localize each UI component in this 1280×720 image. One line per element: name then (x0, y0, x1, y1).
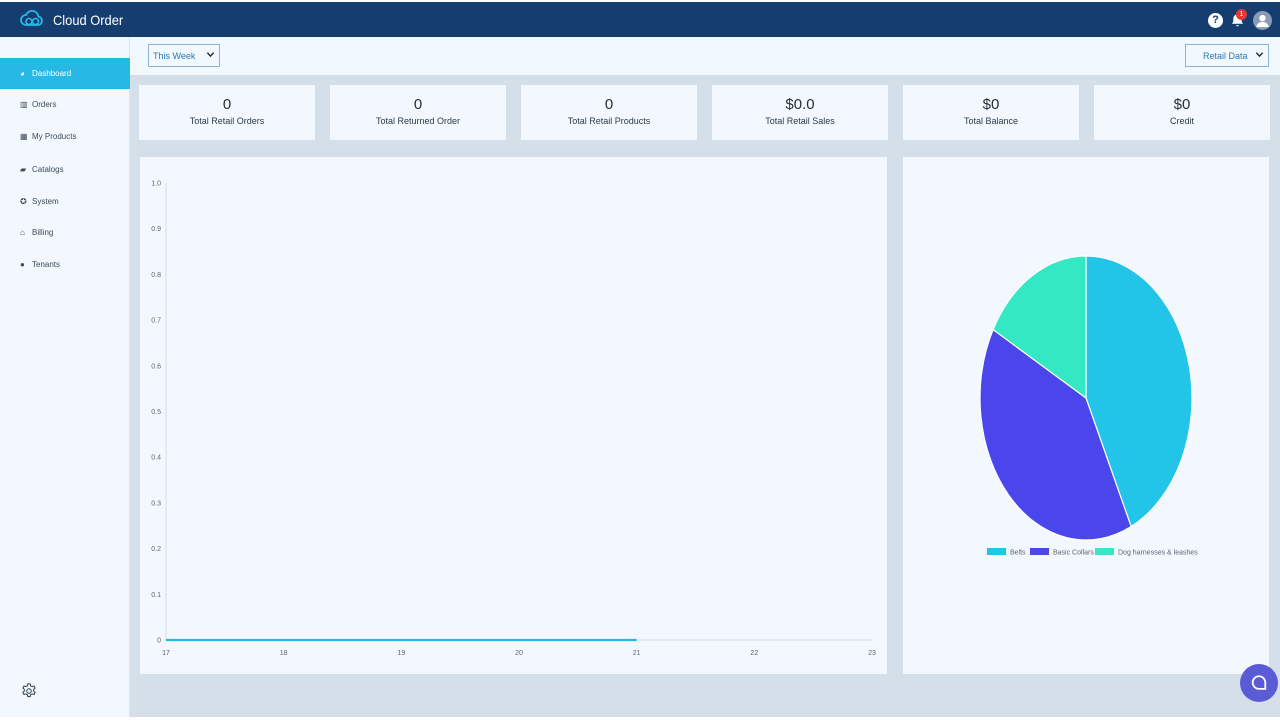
period-select[interactable]: This Week (148, 44, 220, 67)
line-chart: 0 0.1 0.2 0.3 0.4 0.5 0.6 0.7 0.8 0.9 1.0 17 18 19 20 2… (151, 181, 876, 658)
sidebar-item-label: My Products (32, 132, 77, 141)
chevron-down-icon (206, 52, 215, 58)
cloud-icon (20, 7, 44, 34)
sidebar-item-catalogs[interactable]: ▰ Catalogs (0, 154, 130, 185)
stat-card-total-returned-order: 0 Total Returned Order (330, 85, 506, 140)
legend-label: Dog harnesses & leashes (1118, 550, 1198, 557)
sidebar-item-system[interactable]: ✪ System (0, 186, 130, 217)
users-cog-icon: ✪ (20, 197, 27, 206)
sidebar-item-label: Orders (32, 100, 57, 109)
bar-chart-icon: ▥ (20, 100, 28, 109)
stat-label: Total Retail Orders (189, 116, 265, 126)
line-chart-panel: 0 0.1 0.2 0.3 0.4 0.5 0.6 0.7 0.8 0.9 1.0 17 18 19 20 2… (140, 157, 887, 674)
y-tick-label: 0.7 (151, 318, 161, 325)
main-content: This Week Retail Data 0 Total Retail Ord… (130, 37, 1280, 717)
x-tick-label: 19 (397, 650, 405, 657)
filter-bar: This Week Retail Data (130, 37, 1280, 75)
sidebar-item-label: Billing (32, 228, 54, 237)
app-title: Cloud Order (53, 12, 124, 28)
legend-swatch (1030, 548, 1049, 555)
y-tick-label: 1.0 (151, 181, 161, 188)
period-select-value: This Week (153, 50, 196, 61)
stat-label: Credit (1169, 116, 1194, 126)
notification-badge: 1 (1236, 9, 1247, 20)
chevron-down-icon (1255, 52, 1264, 58)
y-tick-label: 0.9 (151, 226, 161, 233)
gear-icon[interactable] (20, 682, 38, 700)
stat-label: Total Balance (963, 116, 1019, 126)
x-tick-label: 21 (633, 650, 641, 657)
top-bar: Cloud Order ? 1 (0, 2, 1280, 37)
legend-label: Belts (1010, 550, 1026, 557)
legend-swatch (1095, 548, 1114, 555)
pie-chart-panel: Belts Basic Collars Dog harnesses & leashe… (903, 157, 1269, 674)
stat-card-total-retail-sales: $0.0 Total Retail Sales (712, 85, 888, 140)
y-tick-label: 0.1 (151, 592, 161, 599)
stat-card-credit: $0 Credit (1094, 85, 1270, 140)
y-tick-label: 0.8 (151, 272, 161, 279)
stat-card-total-retail-orders: 0 Total Retail Orders (139, 85, 315, 140)
sidebar-item-tenants[interactable]: ● Tenants (0, 249, 130, 280)
pie-chart: Belts Basic Collars Dog harnesses & leashe… (979, 255, 1198, 557)
sidebar-item-my-products[interactable]: ▦ My Products (0, 121, 130, 152)
stat-card-total-retail-products: 0 Total Retail Products (521, 85, 697, 140)
help-icon[interactable]: ? (1208, 12, 1223, 28)
sidebar-item-orders[interactable]: ▥ Orders (0, 89, 130, 120)
x-tick-label: 20 (515, 650, 523, 657)
y-tick-label: 0.4 (151, 455, 161, 462)
x-tick-label: 17 (162, 650, 170, 657)
stat-label: Total Returned Order (375, 116, 461, 126)
sidebar-item-billing[interactable]: ⌂ Billing (0, 217, 130, 248)
sidebar-item-label: Tenants (32, 260, 61, 269)
y-tick-label: 0.6 (151, 363, 161, 370)
sidebar-item-label: Dashboard (32, 69, 72, 78)
sidebar: ◕ Dashboard ▥ Orders ▦ My Products ▰ Cat… (0, 37, 130, 717)
chat-icon (1251, 675, 1267, 690)
stat-value: 0 (604, 96, 614, 113)
stat-value: $0 (1173, 96, 1191, 113)
x-tick-label: 18 (280, 650, 288, 657)
sidebar-item-label: System (32, 197, 59, 206)
stat-label: Total Retail Products (567, 116, 651, 126)
legend-label: Basic Collars (1053, 550, 1094, 557)
sidebar-item-label: Catalogs (32, 165, 64, 174)
dataset-select-value: Retail Data (1203, 50, 1248, 61)
chat-button[interactable] (1240, 664, 1278, 702)
bank-icon: ⌂ (20, 228, 25, 237)
sidebar-item-dashboard[interactable]: ◕ Dashboard (0, 58, 130, 89)
y-tick-label: 0.5 (151, 409, 161, 416)
x-tick-label: 22 (750, 650, 758, 657)
pie-chart-icon: ◕ (20, 69, 25, 78)
y-tick-label: 0 (157, 638, 161, 645)
stat-value: $0 (982, 96, 1000, 113)
stat-label: Total Retail Sales (765, 116, 835, 126)
user-avatar-icon[interactable] (1253, 10, 1272, 30)
bell-icon[interactable]: 1 (1229, 9, 1247, 30)
legend-swatch (987, 548, 1006, 555)
dataset-select[interactable]: Retail Data (1185, 44, 1269, 67)
brand[interactable]: Cloud Order (20, 7, 129, 33)
y-tick-label: 0.3 (151, 500, 161, 507)
stat-card-total-balance: $0 Total Balance (903, 85, 1079, 140)
stat-value: $0.0 (785, 96, 815, 113)
boxes-icon: ▦ (20, 132, 28, 141)
folder-open-icon: ▰ (20, 165, 27, 174)
y-tick-label: 0.2 (151, 546, 161, 553)
x-tick-label: 23 (868, 650, 876, 657)
user-tenant-icon: ● (20, 260, 25, 269)
stat-value: 0 (222, 96, 232, 113)
stat-value: 0 (413, 96, 423, 113)
